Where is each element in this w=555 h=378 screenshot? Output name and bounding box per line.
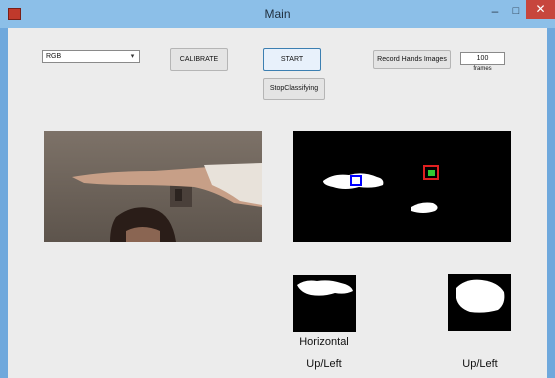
record-hands-images-button[interactable]: Record Hands Images: [373, 50, 451, 69]
right-hand-mask: [448, 274, 511, 331]
stop-classifying-button[interactable]: StopClassifying: [263, 78, 325, 100]
title-bar[interactable]: Main – □ ✕: [0, 0, 555, 28]
maximize-button[interactable]: □: [508, 4, 524, 18]
camera-preview: [44, 131, 262, 242]
left-direction-label: Up/Left: [306, 358, 342, 370]
close-button[interactable]: ✕: [526, 0, 555, 19]
left-orientation-label: Horizontal: [299, 336, 349, 348]
right-hand-thumbnail: [448, 274, 511, 331]
start-button[interactable]: START: [263, 48, 321, 71]
color-space-select[interactable]: RGB ▾: [42, 50, 140, 63]
color-space-value: RGB: [46, 53, 62, 60]
left-hand-thumbnail: [293, 275, 356, 332]
frames-input[interactable]: 100: [460, 52, 505, 65]
right-direction-label: Up/Left: [462, 358, 498, 370]
left-hand-mask: [293, 275, 356, 332]
main-window: Main – □ ✕ RGB ▾ CALIBRATE START StopCla…: [0, 0, 555, 378]
client-area: RGB ▾ CALIBRATE START StopClassifying Re…: [8, 28, 547, 378]
calibrate-button[interactable]: CALIBRATE: [170, 48, 228, 71]
frames-label: frames: [473, 66, 492, 72]
window-title: Main: [264, 7, 291, 21]
segmentation-view: [293, 131, 511, 242]
minimize-button[interactable]: –: [487, 4, 503, 18]
chevron-down-icon[interactable]: ▾: [128, 51, 137, 62]
segmentation-mask: [293, 131, 511, 242]
camera-frame-image: [44, 131, 262, 242]
